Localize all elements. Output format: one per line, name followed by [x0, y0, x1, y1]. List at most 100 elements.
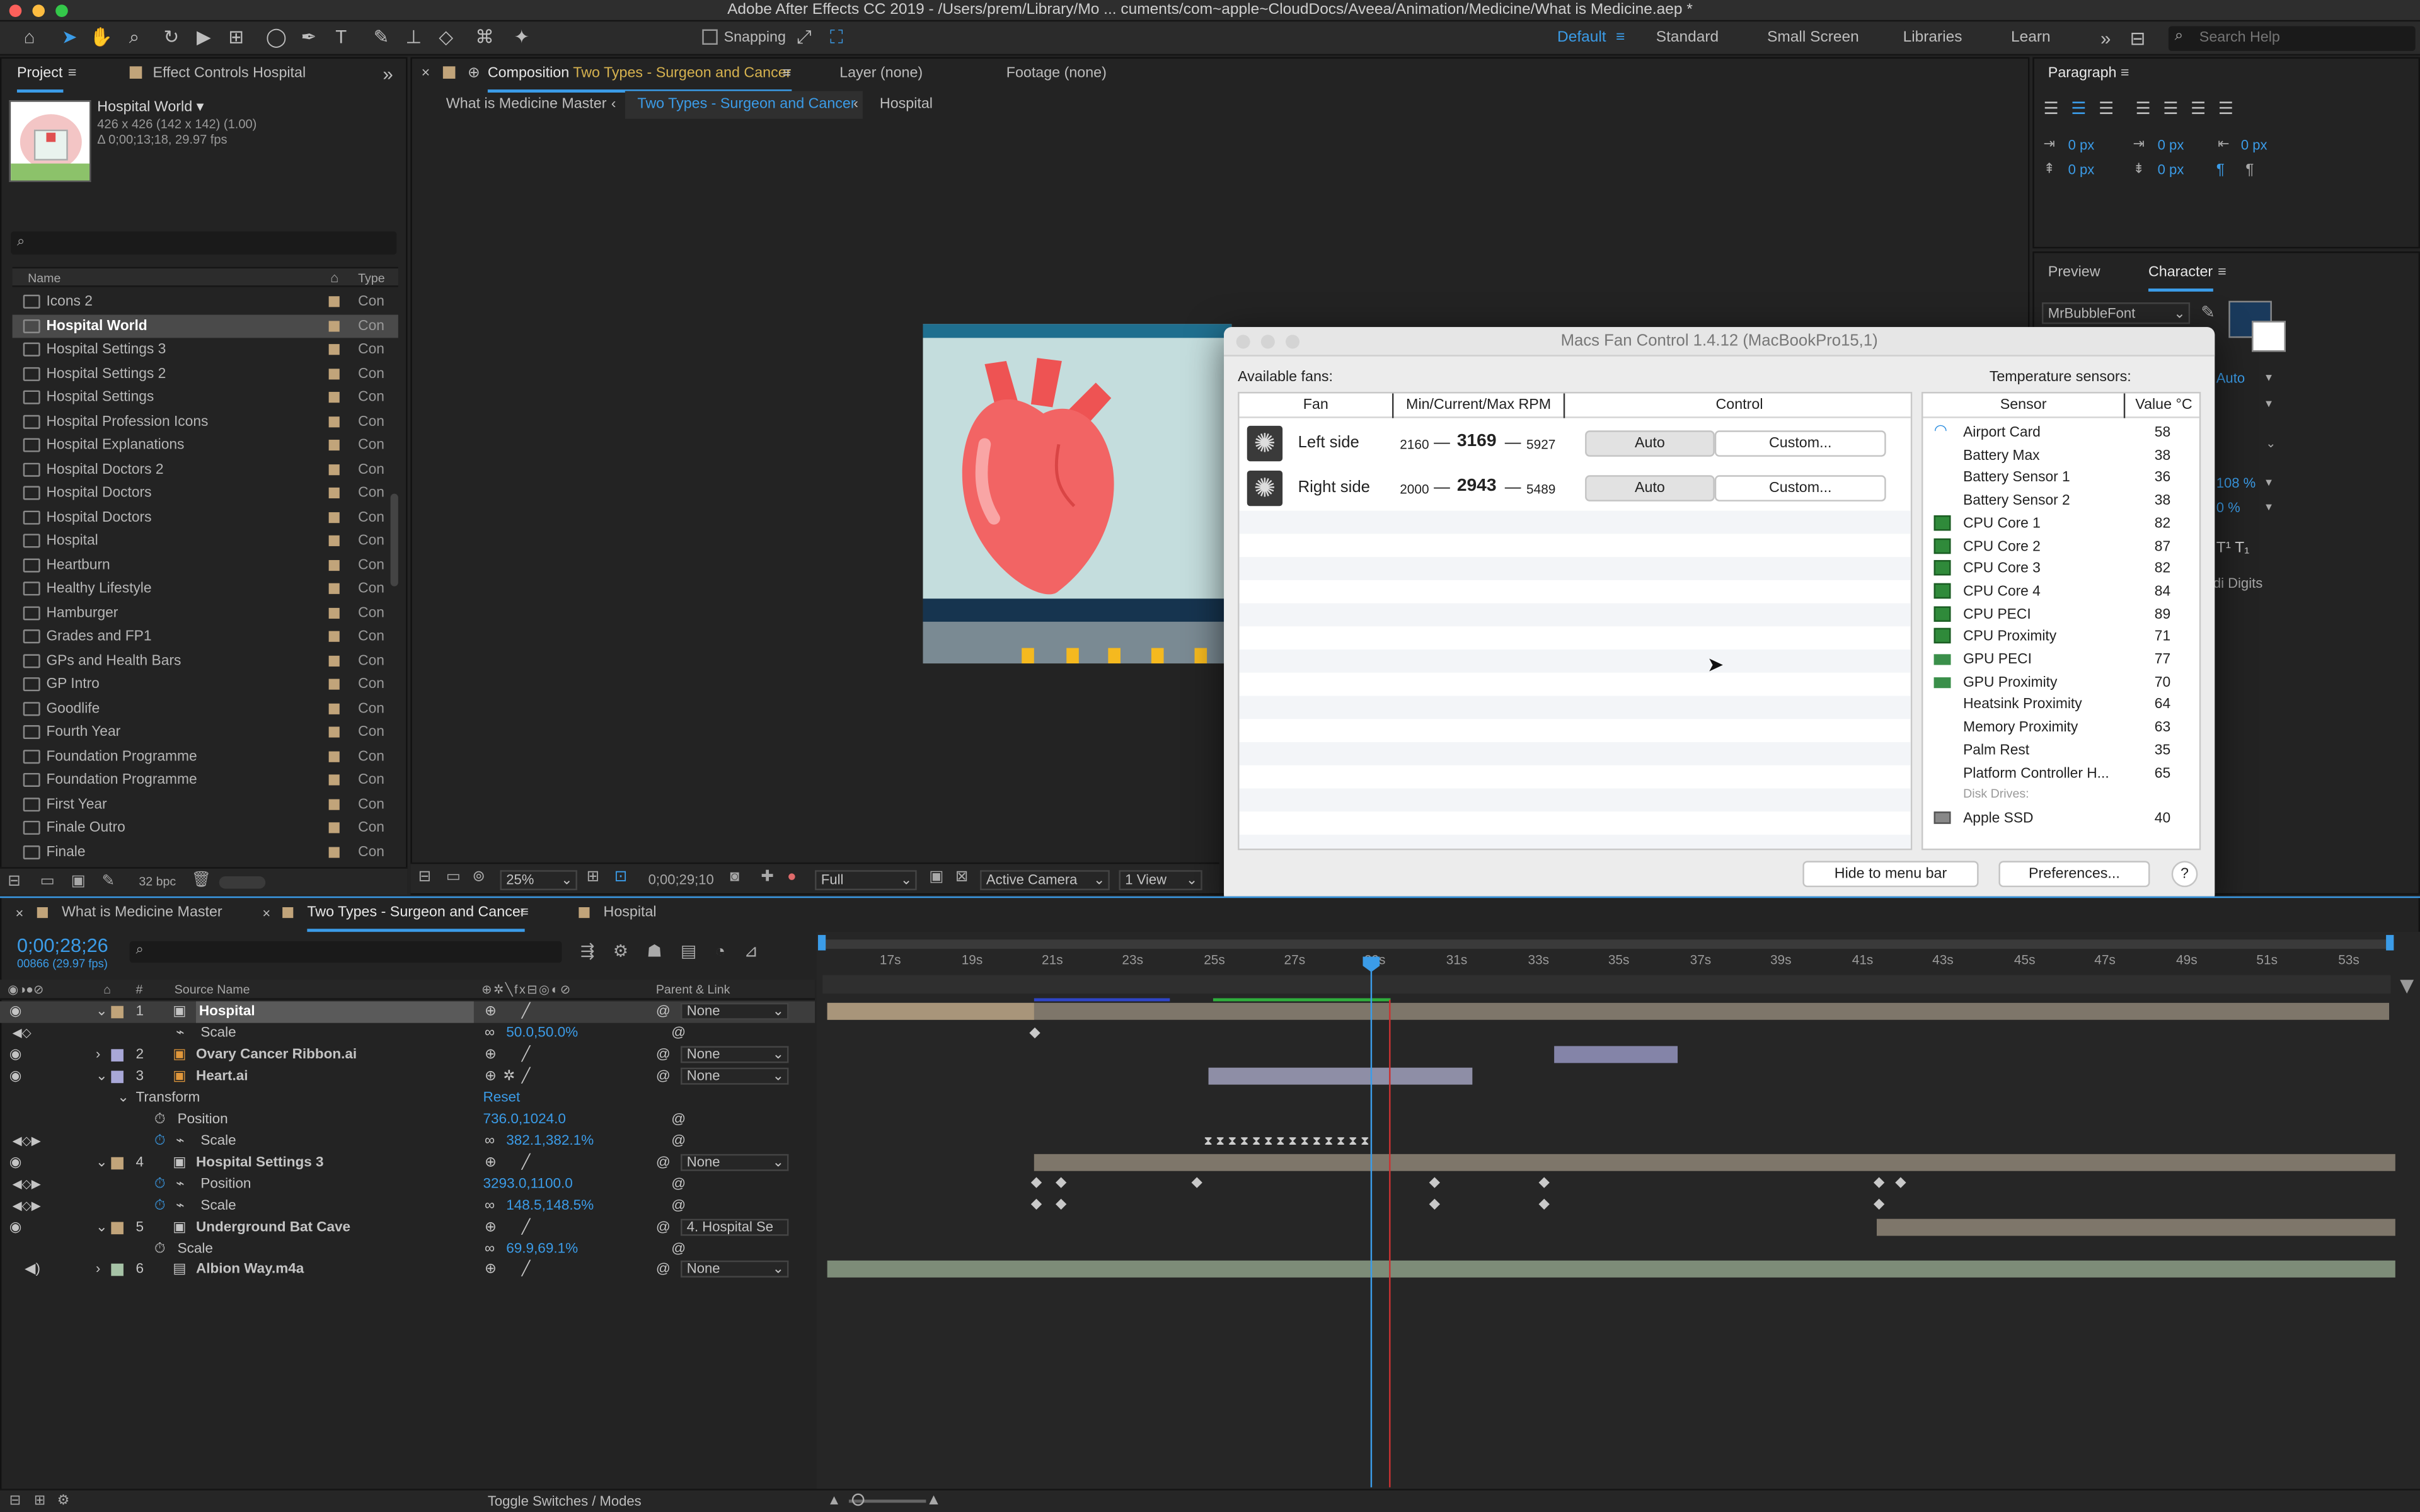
interpret-footage-icon[interactable]: ⊟ [8, 873, 21, 890]
workspace-menu-icon[interactable]: ≡ [1616, 21, 1625, 55]
snap-icon[interactable]: ⤢ [793, 26, 815, 48]
help-button[interactable]: ? [2171, 861, 2198, 888]
eye-icon[interactable]: ◉ [9, 1217, 22, 1239]
sensor-row[interactable]: Battery Max 38 [1923, 444, 2199, 467]
selection-tool-icon[interactable]: ➤ [59, 26, 80, 48]
project-item[interactable]: Hamburger Con [13, 601, 398, 625]
project-item[interactable]: Hospital Doctors 2 Con [13, 457, 398, 481]
dialog-minimize-button[interactable] [1260, 335, 1275, 349]
collapse-switch-icon[interactable]: ⊕ [485, 1001, 497, 1022]
column-value[interactable]: Value °C [2125, 393, 2199, 418]
property-scale-row[interactable]: ⏱ Scale ∞ 69.9,69.1% @ [0, 1239, 815, 1261]
column-rpm[interactable]: Min/Current/Max RPM [1393, 393, 1565, 418]
keyframe-nav-icon[interactable]: ◀◇▶ [13, 1196, 41, 1217]
tsume-value[interactable]: 0 % [2216, 500, 2240, 515]
selected-item-name[interactable]: Hospital World ▾ [97, 99, 204, 116]
link-icon[interactable]: ∞ [485, 1131, 495, 1152]
pickwhip-icon[interactable]: @ [671, 1196, 686, 1217]
workspace-small-screen[interactable]: Small Screen [1767, 21, 1859, 55]
expand-panels-icon[interactable]: » [383, 59, 393, 89]
sync-icon[interactable]: ⊟ [2130, 21, 2146, 55]
layer-bar-hospital[interactable] [827, 1002, 2390, 1020]
layer-name[interactable]: Ovary Cancer Ribbon.ai [196, 1045, 357, 1066]
sensor-row[interactable]: Heatsink Proximity 64 [1923, 694, 2199, 716]
pickwhip-icon[interactable]: @ [656, 1066, 671, 1087]
snapshot-icon[interactable]: ◙ [730, 869, 739, 886]
breadcrumb-current[interactable]: Two Types - Surgeon and Cancer [625, 91, 863, 119]
leading-dropdown-icon[interactable]: ▾ [2266, 370, 2272, 384]
speaker-icon[interactable]: ◀) [25, 1259, 40, 1280]
link-icon[interactable]: ∞ [485, 1023, 495, 1045]
keyframe-nav-icon[interactable]: ◀◇ [13, 1023, 32, 1045]
collapse-switch-icon[interactable]: ⊕ [485, 1259, 497, 1280]
label-column-icon[interactable]: ⌂ [330, 268, 338, 289]
stopwatch-icon[interactable]: ⏱ [154, 1109, 166, 1131]
timeline-current-time[interactable]: 0;00;28;26 [17, 935, 108, 956]
scale-value[interactable]: 108 % [2216, 475, 2256, 490]
dialog-zoom-button[interactable] [1286, 335, 1300, 349]
time-navigator[interactable] [822, 975, 2391, 994]
hindi-digits-label[interactable]: di Digits [2213, 575, 2262, 590]
layer-label-color[interactable] [111, 1049, 124, 1062]
clone-stamp-tool-icon[interactable]: ⊥ [403, 26, 424, 48]
project-item[interactable]: Hospital Settings 2 Con [13, 362, 398, 386]
collapse-switch-icon[interactable]: ⊕ [485, 1152, 497, 1174]
type-tool-icon[interactable]: T [330, 26, 352, 48]
label-column-icon[interactable]: ⌂ [103, 980, 111, 1000]
vr-icon[interactable]: ⊚ [472, 869, 485, 886]
project-item[interactable]: Finale Con [13, 840, 398, 864]
layer-bar-hospital-trimmed[interactable] [827, 1002, 1034, 1020]
ltr-direction-icon[interactable]: ¶ [2216, 162, 2225, 179]
av-features-icons[interactable]: ◉◑●⊘ [8, 980, 43, 1000]
stroke-color-swatch[interactable] [2252, 321, 2286, 352]
layer-bar-heart[interactable] [1208, 1067, 1473, 1085]
pickwhip-icon[interactable]: @ [656, 1045, 671, 1066]
zoom-tool-icon[interactable]: ⌕ [124, 26, 145, 48]
timeline-menu-icon[interactable]: ≡ [520, 898, 529, 929]
project-scrollbar[interactable] [390, 493, 398, 587]
project-item[interactable]: Hospital Explanations Con [13, 433, 398, 457]
always-preview-icon[interactable]: ⊟ [418, 869, 432, 886]
property-value[interactable]: 50.0,50.0% [506, 1023, 578, 1045]
thumbnail-size-slider[interactable] [219, 876, 266, 889]
property-value[interactable]: 3293.0,1100.0 [483, 1174, 573, 1196]
continuous-raster-icon[interactable]: ✲ [503, 1066, 515, 1087]
workspace-default[interactable]: Default [1557, 21, 1606, 55]
camera-tool-icon[interactable]: ▶ [193, 26, 214, 48]
property-value[interactable]: 148.5,148.5% [506, 1196, 594, 1217]
sensor-row[interactable]: Platform Controller H... 65 [1923, 762, 2199, 784]
project-item[interactable]: Finale Outro Con [13, 816, 398, 840]
keyframe-nav-icon[interactable]: ◀◇▶ [13, 1131, 41, 1152]
layer-row-5[interactable]: ◉ ⌄ 5 ▣ Underground Bat Cave ⊕ ╱ @ 4. Ho… [0, 1217, 815, 1239]
paragraph-title[interactable]: Paragraph [2048, 59, 2117, 89]
layer-label-color[interactable] [111, 1005, 124, 1019]
eye-icon[interactable]: ◉ [9, 1001, 22, 1022]
timeline-search-field[interactable]: ⌕ [129, 941, 562, 963]
parent-dropdown[interactable]: None ⌄ [681, 1067, 789, 1085]
property-scale-row[interactable]: ◀◇▶ ⏱ ⌁ Scale ∞ 148.5,148.5% @ [0, 1196, 815, 1217]
layer-switches-icon[interactable]: ⊟ [9, 1492, 21, 1509]
pickwhip-icon[interactable]: @ [671, 1131, 686, 1152]
in-out-icon[interactable]: ⚙ [57, 1492, 70, 1509]
more-workspaces[interactable]: » [2100, 21, 2111, 55]
trash-icon[interactable]: 🗑 [192, 872, 211, 889]
project-menu-icon[interactable]: ≡ [68, 59, 77, 89]
eyedropper-icon[interactable]: ✎ [2201, 302, 2215, 322]
collapse-switch-icon[interactable]: ⊕ [485, 1217, 497, 1239]
work-area-bar[interactable] [822, 939, 2391, 949]
layer-name[interactable]: Underground Bat Cave [196, 1217, 350, 1239]
tsume-dropdown-icon[interactable]: ▾ [2266, 500, 2272, 513]
project-item[interactable]: GPs and Health Bars Con [13, 649, 398, 673]
eye-icon[interactable]: ◉ [9, 1066, 22, 1087]
sensor-row[interactable]: CPU Core 1 82 [1923, 512, 2199, 535]
project-item[interactable]: Fourth Year Con [13, 721, 398, 745]
tab-character[interactable]: Character [2148, 258, 2213, 292]
layer-label-color[interactable] [111, 1222, 124, 1235]
space-after-value[interactable]: 0 px [2158, 162, 2184, 177]
current-time-display[interactable]: 0;00;29;10 [648, 872, 714, 887]
timeline-tab-master[interactable]: What is Medicine Master [62, 898, 222, 929]
sensor-row[interactable]: CPU Core 3 82 [1923, 558, 2199, 580]
stopwatch-icon[interactable]: ⏱ [154, 1131, 166, 1152]
motion-blur-icon[interactable]: ◔ [715, 942, 725, 960]
preferences-button[interactable]: Preferences... [1998, 861, 2150, 888]
